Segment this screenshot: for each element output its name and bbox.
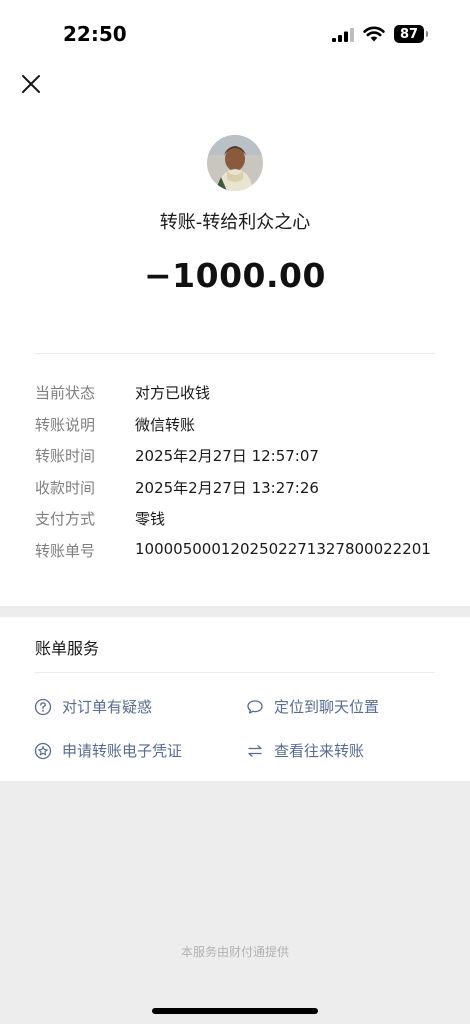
transfer-title: 转账-转给利众之心: [159, 212, 311, 233]
view-transfers-link[interactable]: 查看往来转账: [246, 740, 364, 761]
detail-value: 微信转账: [135, 415, 196, 434]
status-time: 22:50: [63, 22, 127, 46]
order-question-link[interactable]: 对订单有疑惑: [34, 696, 152, 717]
divider: [35, 672, 435, 673]
apply-voucher-link[interactable]: 申请转账电子凭证: [34, 740, 182, 761]
signal-icon: [332, 28, 354, 42]
divider: [35, 353, 435, 354]
detail-row-receive-time: 收款时间 2025年2月27日 13:27:26: [0, 477, 470, 509]
detail-label: 转账说明: [35, 415, 96, 434]
order-question-label: 对订单有疑惑: [62, 698, 153, 716]
locate-chat-label: 定位到聊天位置: [274, 698, 380, 716]
transfer-amount: −1000.00: [144, 256, 326, 295]
detail-label: 支付方式: [35, 510, 96, 529]
locate-chat-link[interactable]: 定位到聊天位置: [246, 696, 379, 717]
battery-tip: [426, 31, 428, 37]
detail-value[interactable]: 1000050001202502271327800022201: [135, 540, 431, 558]
detail-row-transfer-time: 转账时间 2025年2月27日 12:57:07: [0, 445, 470, 477]
avatar: [207, 135, 263, 191]
apply-voucher-label: 申请转账电子凭证: [62, 742, 183, 760]
question-circle-icon: [34, 698, 52, 715]
status-bar: 22:50 87: [0, 0, 470, 70]
exchange-arrows-icon: [248, 744, 262, 757]
detail-row-status: 当前状态 对方已收钱: [0, 382, 470, 414]
badge-star-icon: [34, 742, 52, 759]
detail-value: 对方已收钱: [135, 384, 211, 402]
view-transfers-label: 查看往来转账: [274, 742, 365, 760]
detail-label: 转账单号: [35, 541, 96, 560]
footer-provider-text: 本服务由财付通提供: [180, 945, 289, 959]
detail-row-payment-method: 支付方式 零钱: [0, 508, 470, 540]
detail-label: 当前状态: [35, 384, 96, 402]
detail-row-transfer-number: 转账单号 1000050001202502271327800022201: [0, 540, 470, 572]
home-indicator[interactable]: [152, 1008, 318, 1014]
detail-value: 2025年2月27日 13:27:26: [135, 478, 319, 497]
detail-label: 收款时间: [35, 478, 96, 497]
bill-services-title: 账单服务: [35, 639, 100, 658]
battery-level: 87: [394, 25, 424, 43]
detail-label: 转账时间: [35, 447, 96, 466]
transfer-details: 当前状态 对方已收钱 转账说明 微信转账 转账时间 2025年2月27日 12:…: [0, 382, 470, 572]
detail-row-description: 转账说明 微信转账: [0, 414, 470, 446]
battery-indicator: 87: [394, 25, 428, 43]
wifi-icon: [363, 26, 385, 42]
detail-value: 零钱: [135, 510, 166, 529]
avatar-image: [207, 135, 263, 191]
detail-value: 2025年2月27日 12:57:07: [135, 447, 319, 466]
chat-bubble-icon: [247, 699, 263, 714]
close-icon[interactable]: [20, 73, 42, 95]
